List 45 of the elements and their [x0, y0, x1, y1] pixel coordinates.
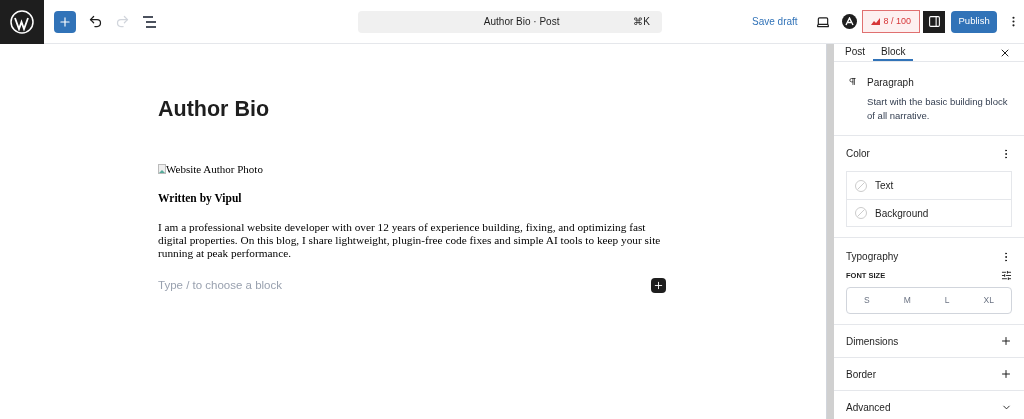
settings-toggle-button[interactable] — [923, 10, 946, 33]
publish-button[interactable]: Publish — [951, 10, 998, 33]
add-icon[interactable] — [1000, 368, 1012, 381]
plus-icon — [653, 279, 664, 291]
sidebar-tab[interactable]: Post — [837, 44, 873, 61]
panel-title[interactable]: Border — [846, 366, 876, 382]
font-size-option[interactable]: L — [940, 294, 954, 308]
color-option[interactable]: Background — [847, 199, 1011, 226]
laptop-icon[interactable] — [815, 14, 830, 29]
paragraph-icon — [848, 75, 858, 88]
seo-score-button[interactable]: 8 / 100 — [861, 10, 921, 33]
post-title[interactable]: Author Bio — [158, 96, 826, 123]
font-size-option[interactable]: XL — [979, 294, 998, 308]
color-option[interactable]: Text — [847, 172, 1011, 199]
add-icon[interactable] — [1000, 335, 1012, 348]
list-view-icon[interactable] — [142, 14, 158, 29]
panel-title[interactable]: Advanced — [846, 399, 891, 415]
chart-icon — [870, 18, 880, 25]
shortcut-label: ⌘K — [633, 15, 650, 29]
logo-icon[interactable] — [841, 14, 857, 29]
insert-block-button[interactable] — [651, 277, 666, 293]
typography-section-title[interactable]: Typography — [846, 249, 899, 264]
font-size-option[interactable]: M — [899, 294, 915, 308]
command-bar[interactable]: Author Bio · Post ⌘K — [358, 10, 662, 33]
scrollbar[interactable] — [826, 44, 834, 419]
empty-swatch-icon — [855, 179, 867, 192]
color-section-title[interactable]: Color — [846, 146, 870, 161]
byline[interactable]: Written by Vipul — [158, 190, 826, 208]
image-alt-text: Website Author Photo — [166, 161, 263, 177]
broken-image-icon — [158, 164, 166, 175]
bio-paragraph[interactable]: I am a professional website developer with over 12 years of experience building, fixing, and optimizing fast digital properties. On this blog, I share lightweight, plugin-free code fixes and simple AI tools to keep your site running at peak performance. — [158, 220, 663, 260]
document-title: Author Bio · Post — [482, 15, 561, 29]
sidebar-tab[interactable]: Block — [873, 44, 914, 61]
sidebar-panel-icon — [927, 15, 941, 28]
block-name: Paragraph — [867, 76, 915, 90]
panel-title[interactable]: Dimensions — [846, 333, 899, 349]
wordpress-logo-icon[interactable] — [0, 0, 44, 44]
add-block-button[interactable] — [54, 10, 76, 33]
block-description: Start with the basic building block of all narrative. — [867, 95, 1009, 123]
plus-icon — [58, 14, 72, 29]
empty-swatch-icon — [855, 207, 867, 219]
sliders-icon[interactable] — [1001, 270, 1012, 282]
font-size-option[interactable]: S — [860, 294, 874, 308]
save-draft-button[interactable]: Save draft — [752, 14, 798, 29]
undo-icon[interactable] — [88, 14, 103, 29]
